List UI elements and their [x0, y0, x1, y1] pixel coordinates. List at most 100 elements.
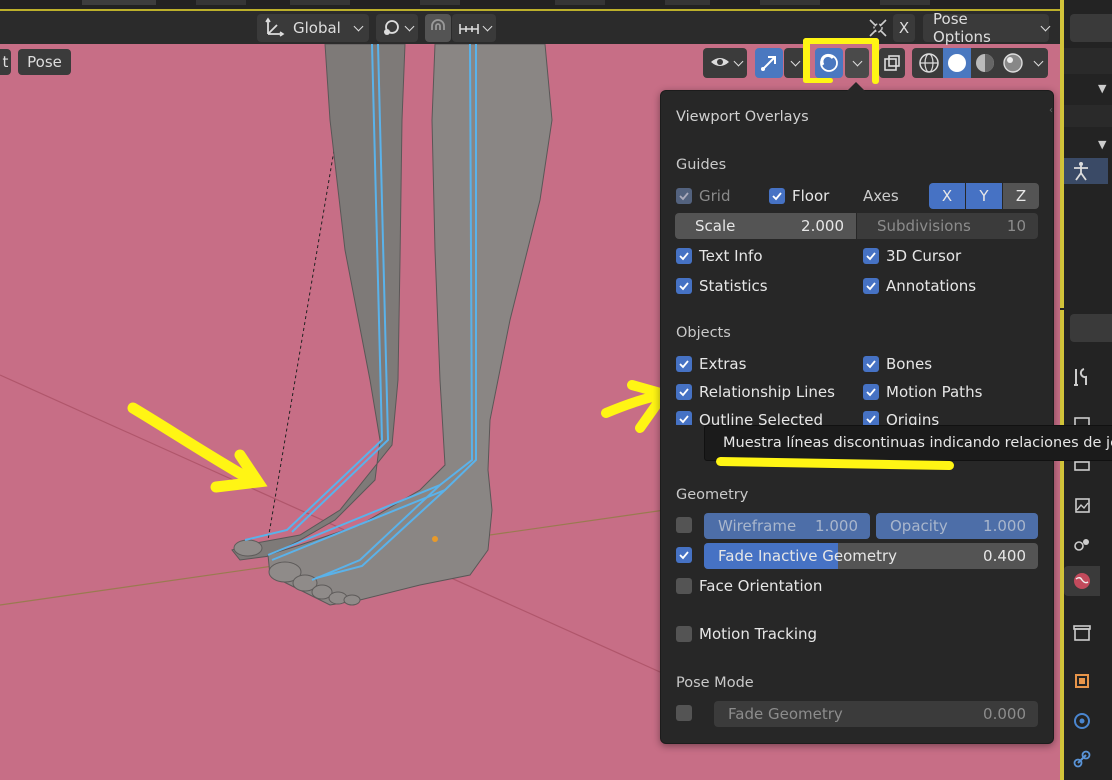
solid-shading-button[interactable]	[943, 48, 971, 78]
pose-options-dropdown[interactable]: Pose Options	[923, 10, 1051, 46]
statistics-checkbox[interactable]: Statistics	[676, 277, 768, 295]
highlight-mark-left	[803, 38, 810, 82]
bones-checkbox[interactable]: Bones	[863, 355, 932, 373]
axis-z-toggle[interactable]: Z	[1003, 183, 1039, 209]
chevron-down-icon	[404, 21, 415, 31]
scene-icon	[1074, 539, 1089, 551]
world-properties-tab[interactable]	[1064, 566, 1100, 596]
collapse-handle-icon[interactable]: ‹	[1049, 105, 1053, 121]
outliner-editor-type[interactable]	[1070, 14, 1112, 42]
material-shading-icon[interactable]	[971, 50, 999, 76]
chevron-down-icon[interactable]	[1033, 56, 1044, 66]
object-square-icon	[1075, 674, 1089, 688]
chevron-down-icon	[353, 21, 364, 31]
outliner-armature-row[interactable]	[1064, 158, 1108, 184]
highlight-mark-right	[872, 38, 879, 84]
motion-paths-checkbox[interactable]: Motion Paths	[863, 383, 982, 401]
floor-checkbox[interactable]: Floor	[769, 187, 829, 205]
viewport-overlays-popover: Viewport Overlays Guides Grid Floor Axes…	[660, 82, 1054, 744]
world-globe-icon	[1074, 573, 1090, 589]
chevron-down-icon	[733, 56, 743, 66]
section-geometry: Geometry	[676, 487, 749, 503]
3d-cursor-checkbox[interactable]: 3D Cursor	[863, 247, 961, 265]
pivot-icon	[384, 20, 399, 35]
view-layer-properties-tab[interactable]	[1064, 490, 1100, 520]
section-guides: Guides	[676, 157, 727, 173]
eye-icon	[710, 58, 729, 66]
outliner-row[interactable]	[1064, 48, 1112, 74]
section-pose-mode: Pose Mode	[676, 675, 754, 691]
annotation-arrow-right	[601, 380, 673, 433]
armature-icon	[1074, 162, 1088, 181]
gizmo-arrow-icon	[761, 56, 776, 71]
xray-icon	[884, 55, 900, 71]
pivot-point-dropdown[interactable]	[376, 14, 418, 42]
tool-properties-tab[interactable]	[1064, 362, 1100, 392]
mode-menu-partial[interactable]: t	[0, 49, 11, 75]
annotation-arrow-left	[127, 402, 268, 493]
text-info-checkbox[interactable]: Text Info	[676, 247, 763, 265]
shading-mode-group	[912, 48, 1048, 78]
link-icon	[1073, 750, 1091, 768]
gizmo-toggle[interactable]	[755, 48, 783, 78]
workspace-tabs-strip	[0, 0, 1060, 9]
overlays-dropdown[interactable]	[845, 48, 869, 78]
chevron-down-icon	[852, 56, 862, 66]
solid-shading-icon	[948, 54, 966, 72]
origins-checkbox[interactable]: Origins	[863, 411, 939, 425]
xray-toggle[interactable]	[879, 48, 905, 78]
box-icon	[1073, 625, 1091, 641]
fade-geometry-checkbox[interactable]	[676, 705, 699, 721]
popover-title: Viewport Overlays	[676, 109, 809, 125]
properties-editor-type[interactable]	[1070, 314, 1112, 342]
magnet-icon	[431, 19, 445, 30]
pose-menu[interactable]: Pose	[18, 49, 71, 75]
grid-checkbox[interactable]: Grid	[676, 187, 730, 205]
wireframe-checkbox[interactable]	[676, 517, 699, 533]
modifier-properties-tab[interactable]	[1064, 706, 1100, 736]
object-properties-tab[interactable]	[1064, 666, 1100, 696]
rendered-shading-icon[interactable]	[999, 50, 1027, 76]
motion-tracking-checkbox[interactable]: Motion Tracking	[676, 625, 817, 643]
bone-origin-dot	[432, 536, 438, 542]
face-orientation-checkbox[interactable]: Face Orientation	[676, 577, 822, 595]
subdivisions-field[interactable]: Subdivisions 10	[857, 213, 1038, 239]
wireframe-field[interactable]: Wireframe 1.000	[704, 513, 870, 539]
mirror-x-button[interactable]: X	[893, 14, 915, 42]
scale-field[interactable]: Scale 2.000	[675, 213, 856, 239]
overlays-toggle[interactable]	[815, 48, 843, 78]
section-objects: Objects	[676, 325, 731, 341]
chevron-down-icon	[1040, 21, 1051, 31]
popover-pointer	[847, 82, 865, 91]
annotations-checkbox[interactable]: Annotations	[863, 277, 976, 295]
highlight-mark-top	[803, 38, 879, 44]
fade-geometry-field[interactable]: Fade Geometry 0.000	[714, 701, 1038, 727]
active-area-border	[0, 9, 1060, 11]
xray-mirror-icon[interactable]	[866, 16, 890, 40]
axis-y-toggle[interactable]: Y	[966, 183, 1002, 209]
orientation-axes-icon	[265, 17, 285, 37]
constraint-properties-tab[interactable]	[1064, 744, 1100, 774]
fade-inactive-checkbox[interactable]	[676, 547, 699, 563]
outline-selected-checkbox[interactable]: Outline Selected	[676, 411, 823, 425]
visibility-dropdown[interactable]	[703, 48, 747, 78]
fade-inactive-geometry-slider[interactable]: Fade Inactive Geometry 0.400	[704, 543, 1038, 569]
snap-toggle[interactable]	[425, 14, 451, 42]
snap-increment-icon	[458, 24, 479, 34]
collection-properties-tab[interactable]	[1064, 618, 1100, 648]
expand-arrow-icon[interactable]: ▼	[1098, 82, 1106, 95]
outliner-row[interactable]	[1064, 105, 1112, 127]
opacity-field[interactable]: Opacity 1.000	[876, 513, 1038, 539]
expand-arrow-icon[interactable]: ▼	[1098, 138, 1106, 151]
axis-x-toggle[interactable]: X	[929, 183, 965, 209]
scene-properties-tab[interactable]	[1064, 528, 1100, 558]
transform-orientation-dropdown[interactable]: Global	[257, 14, 369, 42]
orientation-label: Global	[293, 19, 341, 37]
wireframe-shading-icon[interactable]	[916, 50, 942, 76]
axes-label: Axes	[863, 187, 899, 205]
snap-element-dropdown[interactable]	[452, 14, 496, 42]
extras-checkbox[interactable]: Extras	[676, 355, 746, 373]
wrench-screwdriver-icon	[1074, 368, 1087, 386]
relationship-lines-checkbox[interactable]: Relationship Lines	[676, 383, 835, 401]
physics-orbit-icon	[1074, 713, 1090, 729]
